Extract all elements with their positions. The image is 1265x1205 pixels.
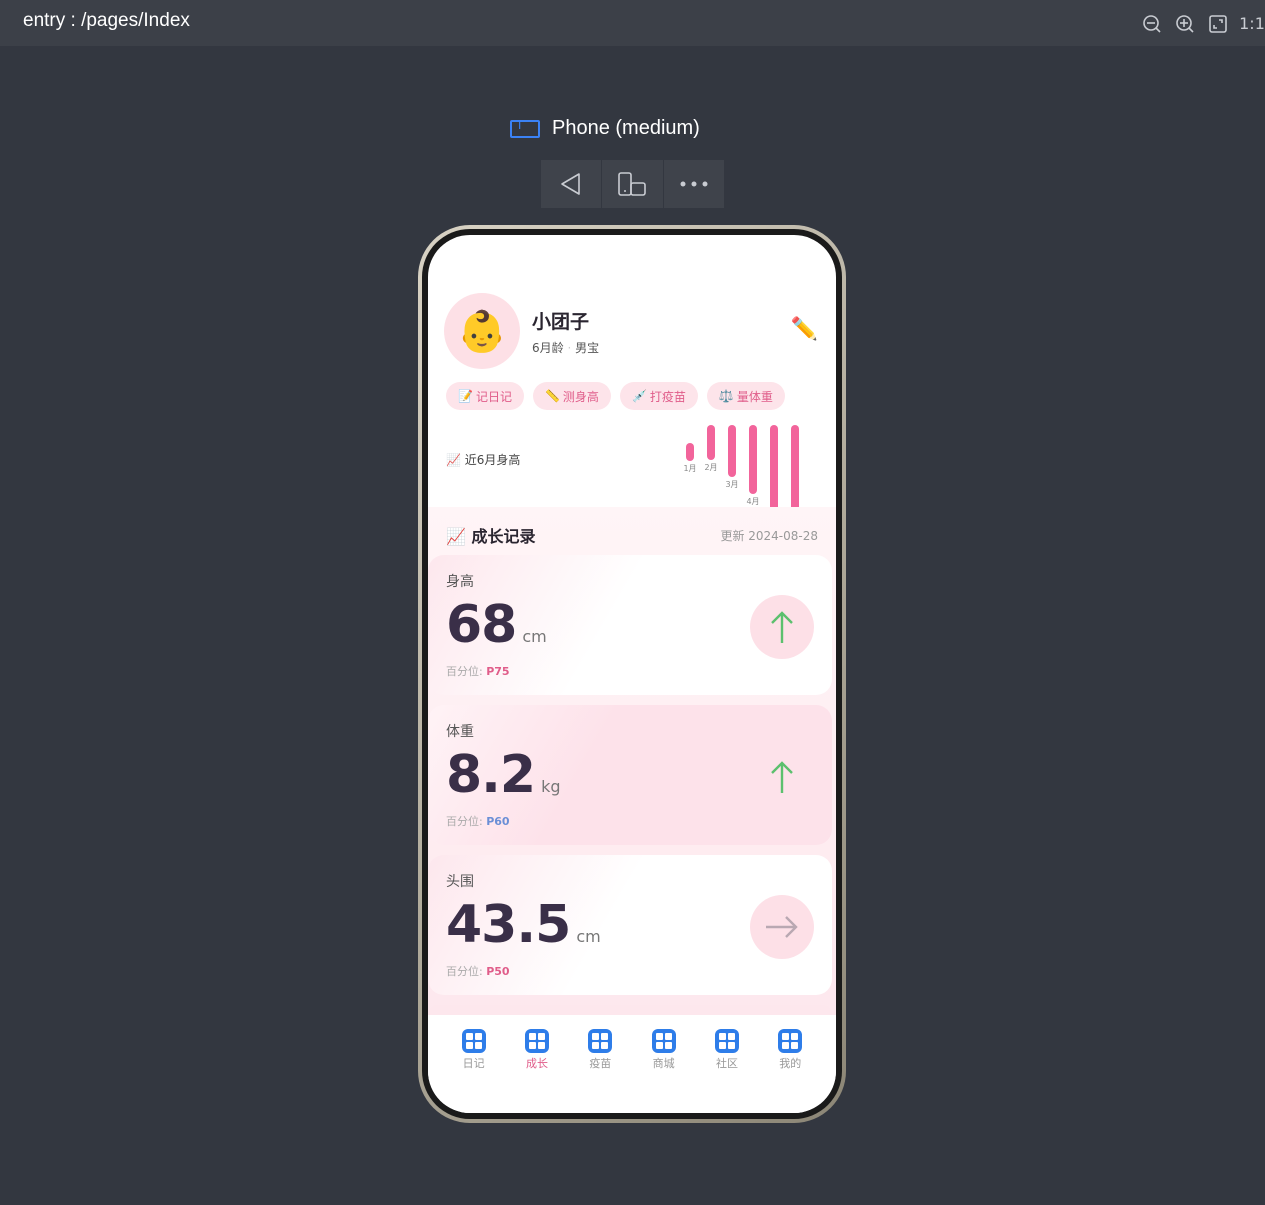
grid-icon	[461, 1029, 486, 1053]
metric-card-height[interactable]: 身高 68 cm 百分位: P75	[428, 555, 832, 695]
bottom-tab-bar: 日记 成长 疫苗 商城 社区 我的	[428, 1015, 836, 1113]
bar-1月	[686, 443, 694, 461]
updated-date: 更新 2024-08-28	[720, 529, 818, 543]
metric-label: 体重	[446, 724, 474, 740]
metric-value: 8.2 kg	[446, 745, 561, 805]
app-screen: 👶 小团子 6月龄 · 男宝 ✏️ 📝 记日记 📏 测身高 💉 打疫苗 ⚖️ 量体重 📈	[428, 235, 836, 1113]
syringe-icon: 💉	[631, 389, 647, 403]
baby-meta: 6月龄 · 男宝	[532, 340, 600, 355]
bar-5月	[770, 425, 778, 511]
device-label: Phone (medium)	[510, 117, 700, 140]
avatar[interactable]: 👶	[444, 293, 520, 369]
back-button[interactable]	[541, 160, 603, 208]
phone-frame: 👶 小团子 6月龄 · 男宝 ✏️ 📝 记日记 📏 测身高 💉 打疫苗 ⚖️ 量体重 📈	[418, 225, 846, 1123]
metric-value: 68 cm	[446, 595, 547, 655]
bar-label: 3月	[725, 480, 739, 489]
grid-icon	[588, 1029, 613, 1053]
tab-vaccine[interactable]: 疫苗	[580, 1029, 620, 1113]
percentile: 百分位: P75	[446, 665, 510, 678]
edit-icon[interactable]: ✏️	[791, 317, 818, 342]
zoom-in-icon[interactable]	[1173, 12, 1196, 35]
tab-community[interactable]: 社区	[707, 1029, 747, 1113]
baby-age: 6月龄	[532, 340, 564, 355]
toolbar: 1:1	[1140, 12, 1265, 35]
bar-label: 1月	[683, 464, 697, 473]
height-button[interactable]: 📏 测身高	[532, 382, 611, 410]
tab-mine[interactable]: 我的	[770, 1029, 810, 1113]
bar-label: 2月	[704, 463, 718, 472]
tab-mall[interactable]: 商城	[644, 1029, 684, 1113]
tab-growth[interactable]: 成长	[517, 1029, 557, 1113]
baby-name: 小团子	[532, 310, 590, 333]
tab-diary[interactable]: 日记	[454, 1029, 494, 1113]
weight-button[interactable]: ⚖️ 量体重	[706, 382, 785, 410]
bar-4月	[749, 425, 757, 494]
more-button[interactable]	[664, 160, 724, 208]
bar-3月	[728, 425, 736, 477]
device-toolbar	[541, 160, 724, 208]
ruler-icon: 📏	[544, 389, 560, 403]
metric-value: 43.5 cm	[446, 895, 601, 955]
device-name: Phone (medium)	[552, 117, 700, 139]
trend-label: 📈 近6月身高	[446, 453, 521, 467]
device-icon	[510, 118, 540, 138]
arrow-up-icon	[750, 745, 814, 809]
window-titlebar: entry : /pages/Index 1:1	[0, 0, 1265, 46]
quick-actions: 📝 记日记 📏 测身高 💉 打疫苗 ⚖️ 量体重	[446, 382, 785, 410]
diary-button[interactable]: 📝 记日记	[446, 382, 524, 410]
metric-card-weight[interactable]: 体重 8.2 kg 百分位: P60	[428, 705, 832, 845]
diary-icon: 📝	[458, 389, 473, 403]
scale-icon: ⚖️	[718, 389, 734, 403]
bar-2月	[707, 425, 715, 460]
percentile: 百分位: P60	[446, 815, 510, 828]
arrow-up-icon	[750, 595, 814, 659]
metric-label: 头围	[446, 874, 474, 890]
section-title: 📈 成长记录	[446, 527, 536, 546]
grid-icon	[778, 1029, 803, 1053]
grid-icon	[524, 1029, 549, 1053]
actual-size-button[interactable]: 1:1	[1239, 12, 1265, 35]
zoom-out-icon[interactable]	[1140, 12, 1163, 35]
arrow-right-icon	[750, 895, 814, 959]
window-title: entry : /pages/Index	[23, 10, 190, 31]
percentile: 百分位: P50	[446, 965, 510, 978]
vaccine-button[interactable]: 💉 打疫苗	[619, 382, 698, 410]
grid-icon	[651, 1029, 676, 1053]
bar-label: 4月	[746, 497, 760, 506]
baby-gender: 男宝	[575, 340, 600, 355]
profile-header: 👶 小团子 6月龄 · 男宝	[444, 293, 599, 369]
fit-icon[interactable]	[1206, 12, 1229, 35]
rotate-button[interactable]	[602, 160, 664, 208]
metric-card-head[interactable]: 头围 43.5 cm 百分位: P50	[428, 855, 832, 995]
grid-icon	[714, 1029, 739, 1053]
metric-label: 身高	[446, 574, 474, 590]
